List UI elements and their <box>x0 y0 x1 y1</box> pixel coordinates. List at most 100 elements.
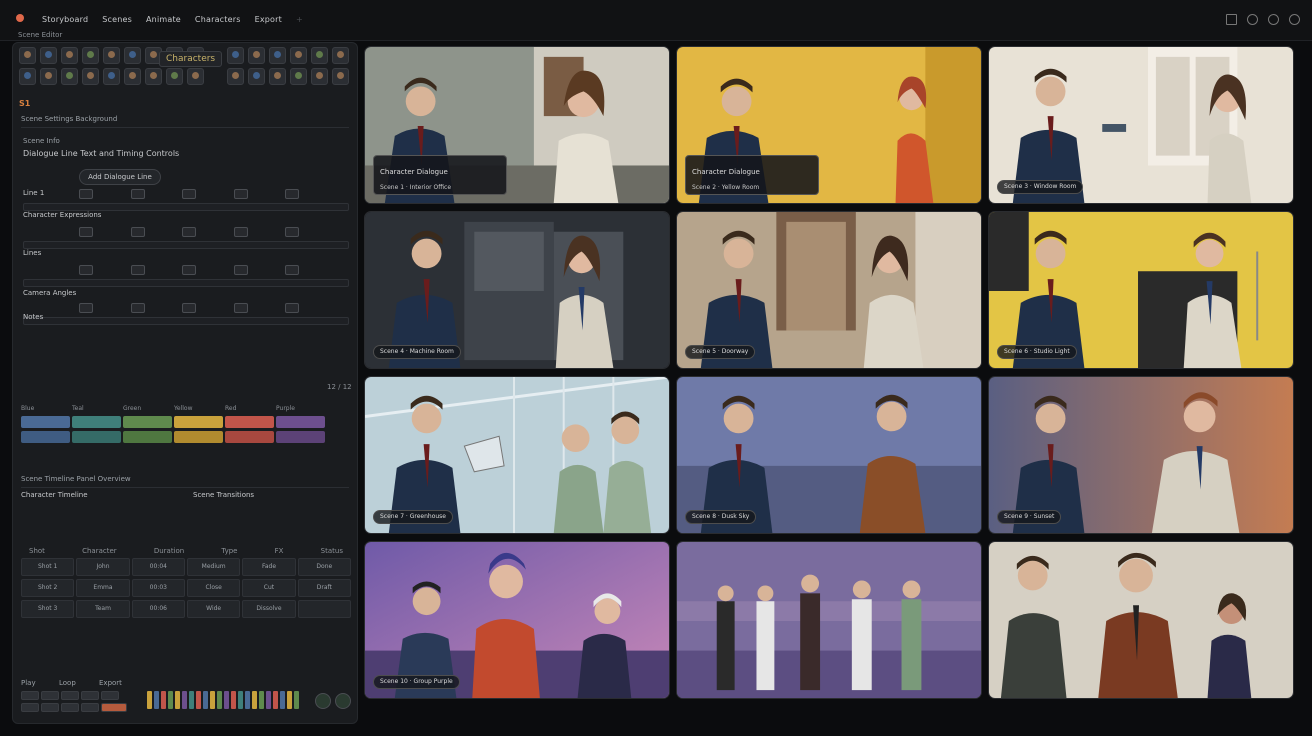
col-header[interactable]: FX <box>275 547 284 555</box>
col-header[interactable]: Status <box>321 547 343 555</box>
avatar[interactable] <box>103 68 120 85</box>
avatar[interactable] <box>269 68 286 85</box>
swatch-red-dark[interactable] <box>225 431 274 443</box>
menu-item-characters[interactable]: Characters <box>195 15 241 24</box>
swatch-blue-dark[interactable] <box>21 431 70 443</box>
avatar[interactable] <box>61 47 78 64</box>
prev-button[interactable] <box>21 703 39 712</box>
control-icon[interactable] <box>233 265 248 275</box>
control-icon[interactable] <box>130 227 145 237</box>
control-icon[interactable] <box>130 189 145 199</box>
control-icon[interactable] <box>285 189 299 199</box>
control-icon[interactable] <box>79 189 93 199</box>
dialogue-box[interactable]: Character Dialogue Scene 1 · Interior Of… <box>373 155 507 195</box>
control-icon[interactable] <box>79 227 93 237</box>
swatch-yellow-dark[interactable] <box>174 431 223 443</box>
avatar[interactable] <box>311 68 328 85</box>
zoom-out-button[interactable] <box>81 703 99 712</box>
swatch-green[interactable] <box>123 416 172 428</box>
control-icon[interactable] <box>130 303 145 313</box>
stop-button[interactable] <box>61 691 79 700</box>
control-icon[interactable] <box>233 189 248 199</box>
table-row[interactable]: Shot 3 Team 00:06 Wide Dissolve <box>21 600 351 618</box>
avatar[interactable] <box>290 47 307 64</box>
close-icon[interactable] <box>1289 14 1300 25</box>
mute-icon[interactable] <box>315 693 331 709</box>
swatch-green-dark[interactable] <box>123 431 172 443</box>
zoom-in-button[interactable] <box>61 703 79 712</box>
control-icon[interactable] <box>79 303 93 313</box>
avatar[interactable] <box>227 47 244 64</box>
scene-card[interactable]: Character Dialogue Scene 2 · Yellow Room <box>676 46 982 204</box>
control-icon[interactable] <box>233 227 248 237</box>
swatch-red[interactable] <box>225 416 274 428</box>
scene-card[interactable]: Scene 6 · Studio Light <box>988 211 1294 369</box>
loop-button[interactable] <box>81 691 99 700</box>
avatar[interactable] <box>332 47 349 64</box>
scene-card[interactable] <box>676 541 982 699</box>
control-icon[interactable] <box>182 189 196 199</box>
scene-card[interactable]: Scene 8 · Dusk Sky <box>676 376 982 534</box>
row-track[interactable] <box>23 203 349 211</box>
scene-card[interactable] <box>988 541 1294 699</box>
swatch-yellow[interactable] <box>174 416 223 428</box>
loop-label[interactable]: Loop <box>59 679 76 687</box>
col-header[interactable]: Character <box>82 547 117 555</box>
avatar[interactable] <box>124 68 141 85</box>
row-track[interactable] <box>23 279 349 287</box>
avatar[interactable] <box>166 68 183 85</box>
scene-chip[interactable]: S1 <box>19 99 30 108</box>
add-dialogue-button[interactable]: Add Dialogue Line <box>79 169 161 185</box>
volume-icon[interactable] <box>335 693 351 709</box>
avatar[interactable] <box>82 68 99 85</box>
control-icon[interactable] <box>285 227 299 237</box>
table-row[interactable]: Shot 2 Emma 00:03 Close Cut Draft <box>21 579 351 597</box>
avatar[interactable] <box>187 68 204 85</box>
control-icon[interactable] <box>182 303 196 313</box>
avatar[interactable] <box>290 68 307 85</box>
export-label[interactable]: Export <box>99 679 122 687</box>
play-button[interactable] <box>21 691 39 700</box>
scene-card[interactable]: Scene 7 · Greenhouse <box>364 376 670 534</box>
table-row[interactable]: Shot 1 John 00:04 Medium Fade Done <box>21 558 351 576</box>
dialogue-box[interactable]: Character Dialogue Scene 2 · Yellow Room <box>685 155 819 195</box>
menu-item-animate[interactable]: Animate <box>146 15 181 24</box>
settings-icon[interactable] <box>1268 14 1279 25</box>
avatar[interactable] <box>19 68 36 85</box>
avatar[interactable] <box>40 68 57 85</box>
control-icon[interactable] <box>79 265 93 275</box>
record-button[interactable] <box>101 703 127 712</box>
avatar[interactable] <box>269 47 286 64</box>
swatch-purple-dark[interactable] <box>276 431 325 443</box>
avatar[interactable] <box>82 47 99 64</box>
swatch-teal[interactable] <box>72 416 121 428</box>
avatar[interactable] <box>124 47 141 64</box>
scene-card[interactable]: Character Dialogue Scene 1 · Interior Of… <box>364 46 670 204</box>
swatch-blue[interactable] <box>21 416 70 428</box>
menu-item-scenes[interactable]: Scenes <box>102 15 132 24</box>
play-label[interactable]: Play <box>21 679 36 687</box>
control-icon[interactable] <box>182 265 196 275</box>
avatar[interactable] <box>103 47 120 64</box>
scene-card[interactable]: Scene 4 · Machine Room <box>364 211 670 369</box>
pause-button[interactable] <box>41 691 59 700</box>
next-button[interactable] <box>41 703 59 712</box>
swatch-teal-dark[interactable] <box>72 431 121 443</box>
breadcrumb[interactable]: Scene Editor <box>18 31 62 39</box>
avatar[interactable] <box>227 68 244 85</box>
export-button[interactable] <box>101 691 119 700</box>
control-icon[interactable] <box>130 265 145 275</box>
scene-card[interactable]: Scene 3 · Window Room <box>988 46 1294 204</box>
col-header[interactable]: Type <box>221 547 237 555</box>
scene-card[interactable]: Scene 10 · Group Purple <box>364 541 670 699</box>
row-track[interactable] <box>23 241 349 249</box>
scene-card[interactable]: Scene 5 · Doorway <box>676 211 982 369</box>
control-icon[interactable] <box>233 303 248 313</box>
control-icon[interactable] <box>285 265 299 275</box>
characters-pill[interactable]: Characters <box>159 51 223 67</box>
scene-card[interactable]: Scene 9 · Sunset <box>988 376 1294 534</box>
avatar[interactable] <box>248 68 265 85</box>
col-header[interactable]: Duration <box>154 547 184 555</box>
avatar[interactable] <box>248 47 265 64</box>
minimize-icon[interactable] <box>1247 14 1258 25</box>
